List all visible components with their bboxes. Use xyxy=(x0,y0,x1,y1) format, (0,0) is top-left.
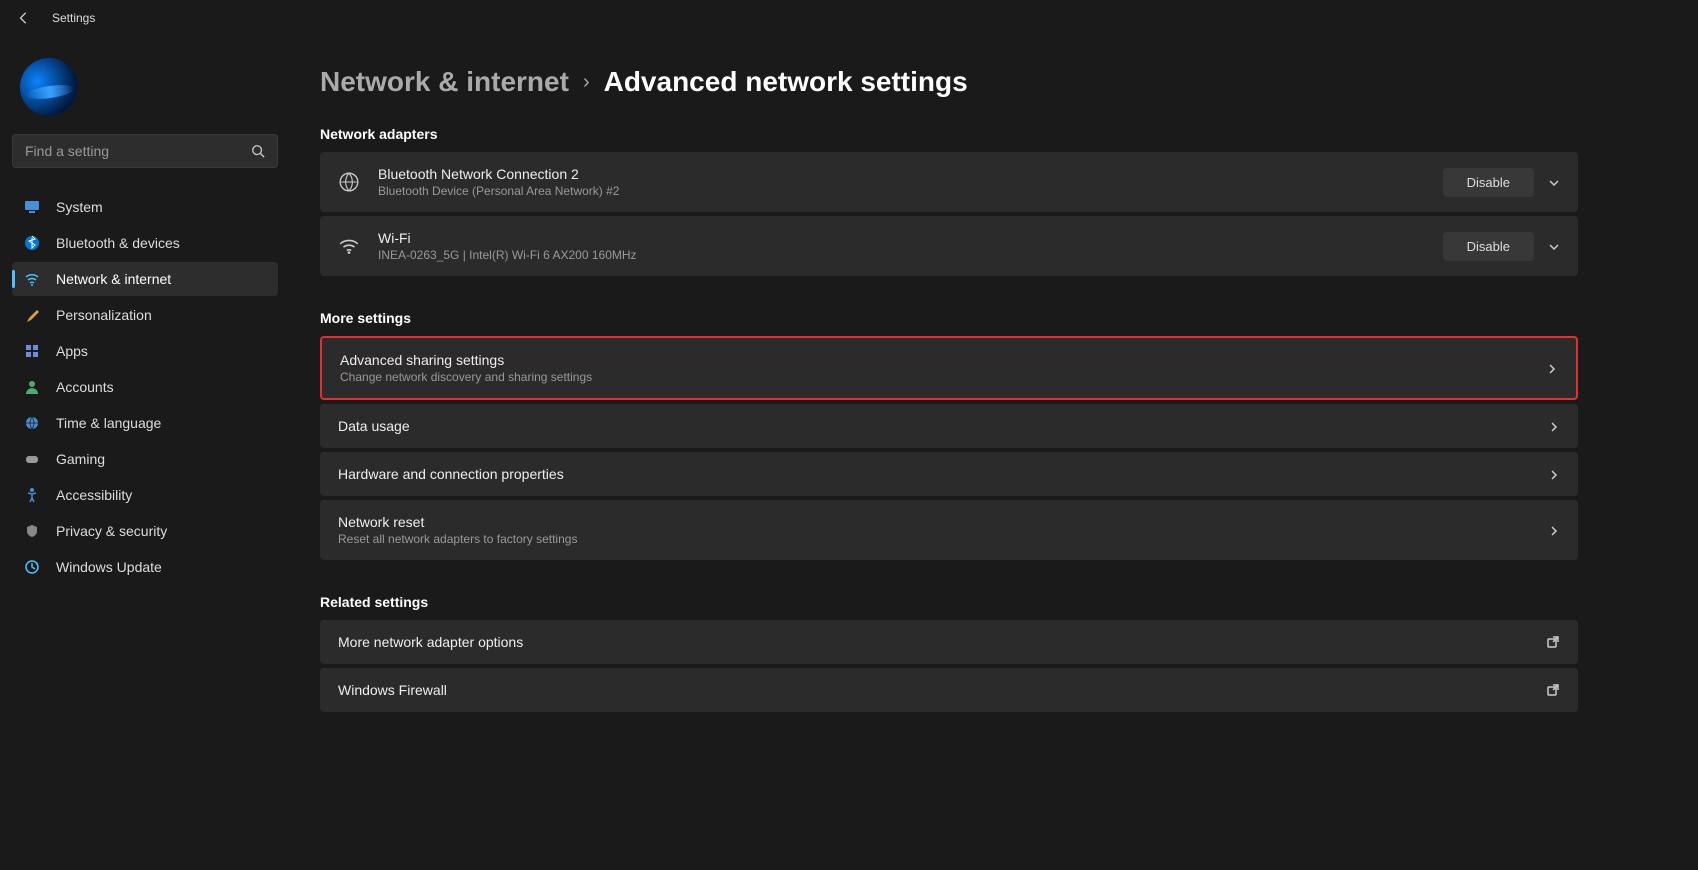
section-header-related: Related settings xyxy=(320,594,1578,610)
sidebar-item-time[interactable]: Time & language xyxy=(12,406,278,440)
setting-subtitle: Reset all network adapters to factory se… xyxy=(338,532,1548,546)
setting-advanced-sharing[interactable]: Advanced sharing settings Change network… xyxy=(320,336,1578,400)
sidebar-item-label: Accessibility xyxy=(56,487,132,503)
sidebar-item-personalization[interactable]: Personalization xyxy=(12,298,278,332)
adapter-subtitle: Bluetooth Device (Personal Area Network)… xyxy=(378,184,1443,198)
setting-title: Windows Firewall xyxy=(338,682,1546,698)
sidebar-item-accessibility[interactable]: Accessibility xyxy=(12,478,278,512)
content-pane: Network & internet › Advanced network se… xyxy=(290,36,1698,870)
sidebar-item-label: Accounts xyxy=(56,379,114,395)
chevron-right-icon xyxy=(1548,468,1560,480)
user-avatar[interactable] xyxy=(20,58,78,116)
sidebar-item-system[interactable]: System xyxy=(12,190,278,224)
related-adapter-options[interactable]: More network adapter options xyxy=(320,620,1578,664)
wifi-icon xyxy=(24,271,40,287)
sidebar-item-bluetooth[interactable]: Bluetooth & devices xyxy=(12,226,278,260)
chevron-right-icon xyxy=(1546,362,1558,374)
globe-icon xyxy=(24,415,40,431)
chevron-right-icon xyxy=(1548,524,1560,536)
sidebar-item-label: Apps xyxy=(56,343,88,359)
search-box[interactable] xyxy=(12,134,278,168)
sidebar: System Bluetooth & devices Network & int… xyxy=(0,36,290,870)
sidebar-item-label: Time & language xyxy=(56,415,161,431)
adapter-subtitle: INEA-0263_5G | Intel(R) Wi-Fi 6 AX200 16… xyxy=(378,248,1443,262)
shield-icon xyxy=(24,523,40,539)
breadcrumb: Network & internet › Advanced network se… xyxy=(320,66,1578,98)
sidebar-item-label: Windows Update xyxy=(56,559,162,575)
setting-subtitle: Change network discovery and sharing set… xyxy=(340,370,1546,384)
adapter-title: Bluetooth Network Connection 2 xyxy=(378,166,1443,182)
brush-icon xyxy=(24,307,40,323)
setting-title: Hardware and connection properties xyxy=(338,466,1548,482)
person-icon xyxy=(24,379,40,395)
setting-title: Advanced sharing settings xyxy=(340,352,1546,368)
setting-network-reset[interactable]: Network reset Reset all network adapters… xyxy=(320,500,1578,560)
breadcrumb-current: Advanced network settings xyxy=(604,66,968,98)
adapter-bluetooth[interactable]: Bluetooth Network Connection 2 Bluetooth… xyxy=(320,152,1578,212)
adapter-title: Wi-Fi xyxy=(378,230,1443,246)
sidebar-item-accounts[interactable]: Accounts xyxy=(12,370,278,404)
search-input[interactable] xyxy=(25,143,251,159)
setting-data-usage[interactable]: Data usage xyxy=(320,404,1578,448)
related-firewall[interactable]: Windows Firewall xyxy=(320,668,1578,712)
apps-icon xyxy=(24,343,40,359)
sidebar-item-apps[interactable]: Apps xyxy=(12,334,278,368)
setting-title: Network reset xyxy=(338,514,1548,530)
sidebar-item-privacy[interactable]: Privacy & security xyxy=(12,514,278,548)
sidebar-item-label: Gaming xyxy=(56,451,105,467)
chevron-right-icon xyxy=(1548,420,1560,432)
app-title: Settings xyxy=(52,11,95,25)
sidebar-item-label: System xyxy=(56,199,103,215)
breadcrumb-parent[interactable]: Network & internet xyxy=(320,66,569,98)
sidebar-item-update[interactable]: Windows Update xyxy=(12,550,278,584)
update-icon xyxy=(24,559,40,575)
search-icon xyxy=(251,144,265,158)
setting-hardware-properties[interactable]: Hardware and connection properties xyxy=(320,452,1578,496)
sidebar-item-label: Network & internet xyxy=(56,271,171,287)
chevron-down-icon[interactable] xyxy=(1548,176,1560,188)
external-link-icon xyxy=(1546,635,1560,649)
adapter-wifi[interactable]: Wi-Fi INEA-0263_5G | Intel(R) Wi-Fi 6 AX… xyxy=(320,216,1578,276)
monitor-icon xyxy=(24,199,40,215)
disable-button[interactable]: Disable xyxy=(1443,168,1534,197)
gamepad-icon xyxy=(24,451,40,467)
sidebar-item-gaming[interactable]: Gaming xyxy=(12,442,278,476)
accessibility-icon xyxy=(24,487,40,503)
bluetooth-icon xyxy=(24,235,40,251)
sidebar-item-label: Privacy & security xyxy=(56,523,167,539)
bluetooth-network-icon xyxy=(338,171,360,193)
section-header-more: More settings xyxy=(320,310,1578,326)
chevron-down-icon[interactable] xyxy=(1548,240,1560,252)
setting-title: More network adapter options xyxy=(338,634,1546,650)
disable-button[interactable]: Disable xyxy=(1443,232,1534,261)
chevron-right-icon: › xyxy=(583,71,590,94)
external-link-icon xyxy=(1546,683,1560,697)
sidebar-item-network[interactable]: Network & internet xyxy=(12,262,278,296)
sidebar-item-label: Personalization xyxy=(56,307,152,323)
back-button[interactable] xyxy=(12,6,36,30)
setting-title: Data usage xyxy=(338,418,1548,434)
wifi-icon xyxy=(338,235,360,257)
section-header-adapters: Network adapters xyxy=(320,126,1578,142)
sidebar-item-label: Bluetooth & devices xyxy=(56,235,180,251)
